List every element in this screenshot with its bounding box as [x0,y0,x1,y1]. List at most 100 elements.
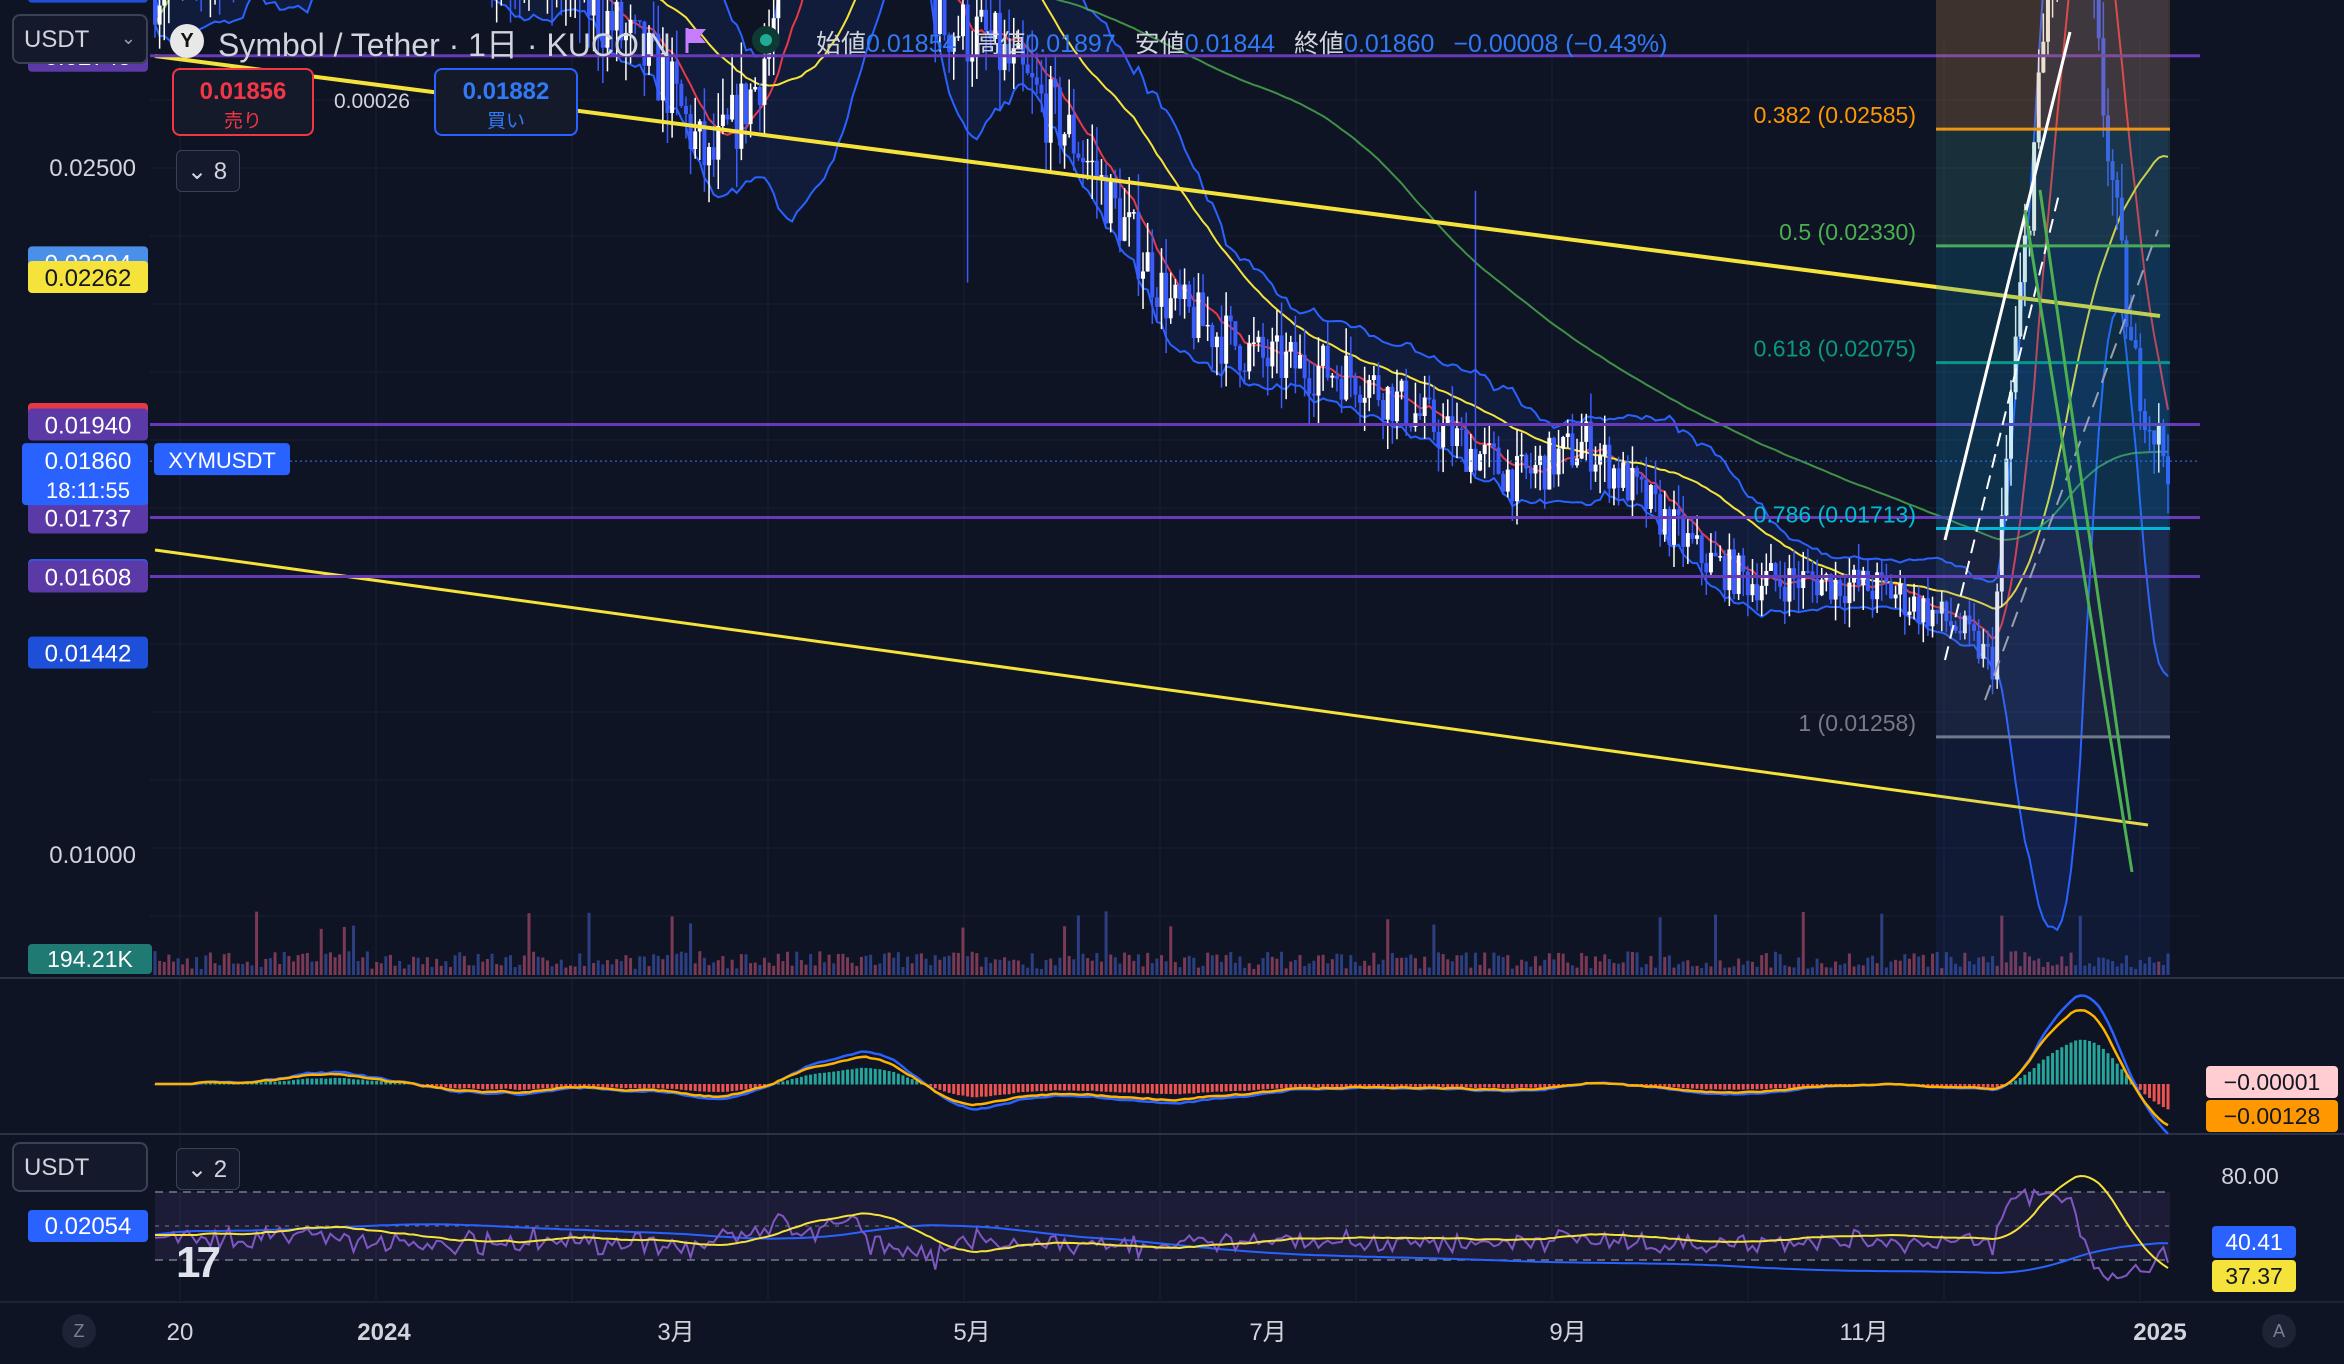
volume-bar [647,966,651,975]
candle-body [1279,335,1284,378]
macd-histogram-bar [319,1078,323,1085]
volume-bar [1169,926,1173,975]
rsi-collapse-button[interactable]: ⌄ 2 [176,1148,240,1190]
volume-bar [241,964,245,975]
macd-histogram-bar [933,1084,937,1089]
volume-bar [1187,955,1191,975]
candle-body [1690,533,1695,539]
candle-body [1579,441,1584,459]
volume-bar [444,961,448,975]
volume-bar [878,963,882,975]
volume-bar [1086,958,1090,975]
volume-bar [1053,965,1057,975]
macd-histogram-bar [1049,1084,1053,1091]
candle-body [1685,533,1690,547]
bollinger-fill [155,0,2168,930]
macd-histogram-bar [1464,1084,1468,1088]
candle-body [1214,336,1219,348]
flag-icon[interactable] [684,26,710,54]
volume-bar [324,953,328,975]
countdown-timer: 18:11:55 [46,478,130,503]
indicators-collapse-button[interactable]: ⌄ 8 [176,150,240,192]
candle-body [979,9,984,17]
rsi-tag-label: 37.37 [2225,1263,2283,1289]
volume-bar [1067,956,1071,975]
volume-bar [1307,963,1311,975]
volume-bar [1617,963,1621,975]
volume-bar [1427,967,1431,975]
macd-histogram-bar [698,1084,702,1092]
volume-bar [804,964,808,975]
zoom-reset-button[interactable]: Z [62,1314,96,1348]
volume-bar [1192,957,1196,975]
volume-bar [596,960,600,975]
volume-bar [1483,952,1487,975]
fib-level-label: 0.382 (0.02585) [1754,102,1916,128]
macd-histogram-bar [1150,1084,1154,1094]
price-tag-label: 0.01442 [45,641,132,668]
time-tick-label: 9月 [1549,1319,1586,1346]
candle-body [1381,399,1386,420]
macd-histogram-bar [518,1084,522,1091]
macd-histogram-bar [587,1084,591,1087]
buy-button[interactable]: 0.01882 買い [434,68,578,136]
volume-bar [1847,953,1851,975]
volume-bar [1547,953,1551,975]
macd-histogram-bar [684,1084,688,1091]
macd-histogram-bar [1099,1084,1103,1092]
volume-bar [495,964,499,975]
volume-bar [1164,961,1168,975]
candle-body [1376,375,1381,400]
candle-body [1732,549,1737,594]
volume-bar [749,963,753,975]
volume-bar [1709,966,1713,975]
macd-histogram-bar [1363,1084,1367,1087]
volume-bar [162,961,166,975]
sell-button[interactable]: 0.01856 売り [172,68,314,136]
sell-price: 0.01856 [199,78,287,105]
volume-bar [1875,963,1879,975]
macd-histogram-bar [1016,1084,1020,1093]
volume-bar [1132,960,1136,975]
volume-bar [1113,957,1117,975]
candle-body [1635,467,1640,477]
candle-body [1736,555,1741,594]
macd-histogram-bar [804,1075,808,1085]
macd-histogram-bar [1700,1084,1704,1090]
high-value: 0.01897 [1025,30,1116,58]
volume-bar [218,965,222,975]
volume-bar [1293,959,1297,975]
candle-body [1408,425,1413,428]
low-label: 安値 [1134,30,1185,58]
macd-histogram-bar [278,1081,282,1085]
auto-scale-button[interactable]: A [2262,1314,2296,1348]
macd-histogram-bar [1695,1084,1699,1089]
volume-bar [910,963,914,975]
macd-histogram-bar [499,1084,503,1090]
macd-histogram-bar [509,1084,513,1090]
macd-histogram-bar [513,1084,517,1090]
macd-histogram-bar [1192,1084,1196,1094]
macd-histogram-bar [2115,1063,2119,1085]
macd-histogram-bar [393,1082,397,1085]
macd-histogram-bar [282,1081,286,1085]
volume-bar [1206,952,1210,975]
macd-histogram-bar [1243,1084,1247,1091]
volume-bar [818,951,822,975]
candle-body [1081,157,1086,163]
indicator-count: 8 [213,158,228,185]
candle-body [153,0,157,25]
chart-canvas[interactable]: 0 (0.03410)0.236 (0.02901)0.382 (0.02585… [0,0,2344,1364]
volume-bar [1280,951,1284,975]
macd-histogram-bar [569,1084,573,1087]
volume-bar [522,955,526,975]
macd-histogram-bar [979,1084,983,1097]
candle-body [711,147,716,160]
volume-bar [245,961,249,975]
volume-bar [199,968,203,975]
candle-body [1722,556,1727,591]
rsi-symbol-selector[interactable]: USDT [12,1142,148,1192]
candle-body [1556,448,1561,475]
volume-bar [1081,953,1085,975]
symbol-selector[interactable]: USDT ⌄ [12,14,148,64]
